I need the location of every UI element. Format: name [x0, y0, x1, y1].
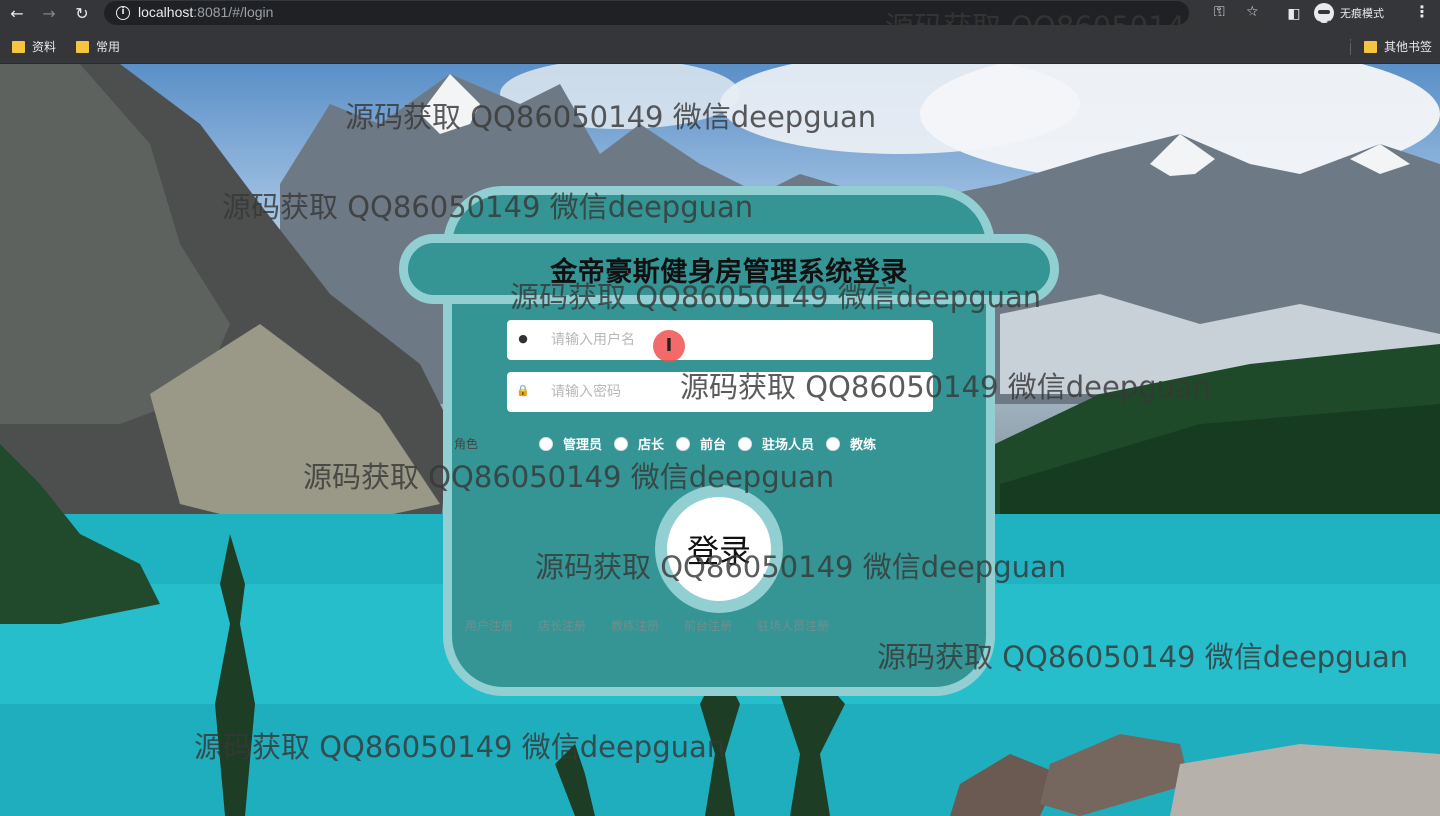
key-icon[interactable]: ⚿	[1214, 4, 1225, 20]
url-host: localhost	[138, 4, 194, 20]
url-text[interactable]: localhost:8081/#/login	[138, 4, 273, 20]
radio-button[interactable]	[826, 436, 841, 451]
register-user-link[interactable]: 用户注册	[465, 617, 513, 634]
register-reception-link[interactable]: 前台注册	[684, 617, 732, 634]
bookmark-folder[interactable]: 资料	[12, 38, 56, 55]
folder-icon	[12, 40, 25, 53]
role-option-admin[interactable]: 管理员	[539, 434, 602, 453]
radio-button[interactable]	[676, 436, 691, 451]
browser-toolbar: ← → ↻ i localhost:8081/#/login ⚿ ☆ ◧ 无痕模…	[0, 0, 1440, 27]
address-bar[interactable]: i localhost:8081/#/login ⚿ ☆	[104, 1, 1259, 25]
login-button[interactable]: 登录	[667, 497, 771, 601]
role-label: 角色	[454, 437, 479, 451]
password-input[interactable]	[551, 378, 911, 406]
bookmarks-bar: 资料 常用 其他书签	[0, 27, 1440, 64]
info-icon[interactable]: i	[116, 6, 130, 20]
other-bookmarks[interactable]: 其他书签	[1364, 38, 1432, 55]
side-panel-icon[interactable]: ◧	[1283, 3, 1305, 25]
radio-button[interactable]	[738, 436, 753, 451]
title-banner: 金帝豪斯健身房管理系统登录	[399, 234, 1059, 304]
radio-button[interactable]	[539, 436, 553, 451]
role-option-reception[interactable]: 前台	[676, 434, 726, 453]
role-option-label: 教练	[850, 438, 877, 453]
role-option-label: 前台	[700, 438, 727, 453]
username-field[interactable]: ●	[507, 320, 933, 360]
incognito-icon	[1314, 3, 1334, 23]
password-field[interactable]: 🔒	[507, 372, 933, 412]
username-input[interactable]	[551, 326, 911, 354]
lock-icon: 🔒	[516, 384, 530, 397]
folder-icon	[1364, 40, 1377, 53]
page-title: 金帝豪斯健身房管理系统登录	[550, 256, 908, 288]
role-option-coach[interactable]: 教练	[826, 434, 876, 453]
user-icon: ●	[518, 332, 528, 345]
bookmark-folder[interactable]: 常用	[76, 38, 120, 55]
incognito-indicator[interactable]: 无痕模式	[1314, 2, 1384, 24]
bookmark-label: 资料	[32, 40, 57, 54]
register-coach-link[interactable]: 教练注册	[611, 617, 659, 634]
bookmark-separator	[1350, 39, 1351, 55]
bookmark-label: 常用	[96, 40, 121, 54]
register-links: 用户注册 店长注册 教练注册 前台注册 驻场人员注册	[465, 617, 854, 634]
role-option-label: 店长	[638, 438, 665, 453]
register-manager-link[interactable]: 店长注册	[538, 617, 586, 634]
menu-icon[interactable]: ⋮	[1414, 2, 1430, 21]
role-option-label: 管理员	[563, 438, 603, 453]
star-icon[interactable]: ☆	[1246, 4, 1259, 20]
role-option-label: 驻场人员	[762, 438, 815, 453]
reload-icon[interactable]: ↻	[71, 3, 93, 25]
forward-icon[interactable]: →	[38, 3, 60, 25]
role-radio-group: 管理员 店长 前台 驻场人员 教练	[539, 434, 888, 453]
register-resident-staff-link[interactable]: 驻场人员注册	[757, 617, 829, 634]
other-bookmarks-label: 其他书签	[1384, 40, 1433, 54]
incognito-label: 无痕模式	[1340, 8, 1384, 20]
url-path: :8081/#/login	[193, 4, 274, 20]
text-cursor-icon: I	[665, 335, 673, 356]
back-icon[interactable]: ←	[6, 3, 28, 25]
radio-button[interactable]	[614, 436, 629, 451]
role-option-manager[interactable]: 店长	[614, 434, 664, 453]
role-option-resident-staff[interactable]: 驻场人员	[738, 434, 814, 453]
folder-icon	[76, 40, 89, 53]
